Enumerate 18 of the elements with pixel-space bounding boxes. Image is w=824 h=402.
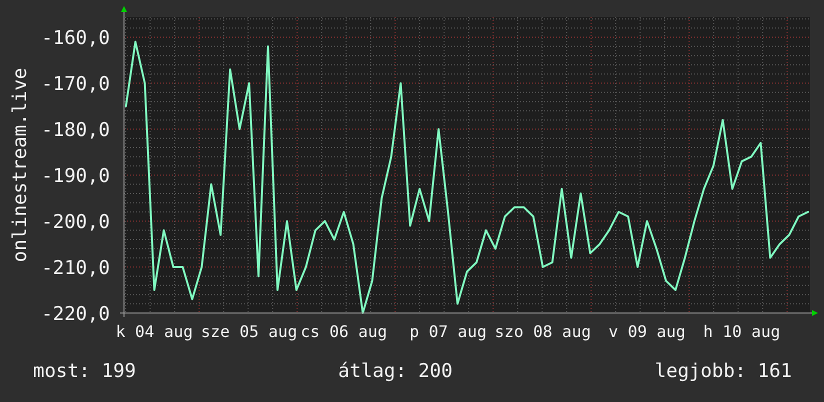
y-tick-label: -190,0 [41,165,110,188]
x-tick-label: cs 06 aug [300,322,388,341]
x-tick-label: k 04 aug [116,322,193,341]
x-tick-label: szo 08 aug [494,322,591,341]
y-tick-label: -210,0 [41,257,110,280]
summary-stat: most: 199 [33,360,136,382]
y-tick-label: -160,0 [41,27,110,50]
y-tick-label: -200,0 [41,211,110,234]
summary-stat: átlag: 200 [338,360,453,382]
axis-label: onlinestream.live [9,68,31,262]
x-tick-label: h 10 aug [703,322,780,341]
summary-stat: legjobb: 161 [654,360,792,382]
y-tick-label: -180,0 [41,119,110,142]
x-tick-label: p 07 aug [410,322,487,341]
x-tick-label: v 09 aug [608,322,686,341]
x-tick-label: sze 05 aug [200,322,298,341]
y-tick-label: -170,0 [41,73,110,96]
y-tick-label: -220,0 [41,303,110,325]
